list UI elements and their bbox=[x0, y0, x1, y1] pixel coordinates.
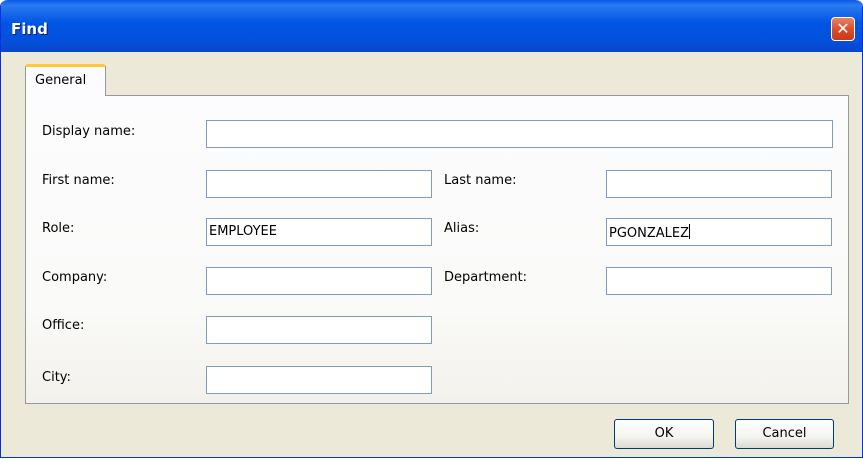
alias-field[interactable]: PGONZALEZ bbox=[606, 218, 832, 246]
role-label: Role: bbox=[42, 221, 75, 236]
city-label: City: bbox=[42, 370, 71, 385]
role-field[interactable]: EMPLOYEE bbox=[206, 218, 432, 246]
find-dialog: Find ✕ General Display name: First name:… bbox=[0, 0, 863, 458]
close-button[interactable]: ✕ bbox=[831, 17, 855, 41]
text-caret bbox=[689, 224, 691, 239]
role-value: EMPLOYEE bbox=[209, 224, 277, 239]
cancel-button[interactable]: Cancel bbox=[735, 419, 834, 449]
last-name-field[interactable] bbox=[606, 170, 832, 198]
first-name-field[interactable] bbox=[206, 170, 432, 198]
first-name-label: First name: bbox=[42, 173, 115, 188]
office-field[interactable] bbox=[206, 316, 432, 344]
tab-general[interactable]: General bbox=[25, 64, 106, 96]
alias-label: Alias: bbox=[444, 221, 480, 236]
last-name-label: Last name: bbox=[444, 173, 517, 188]
alias-value: PGONZALEZ bbox=[609, 226, 690, 241]
tab-general-label: General bbox=[35, 73, 87, 88]
display-name-field[interactable] bbox=[206, 120, 833, 148]
display-name-label: Display name: bbox=[42, 124, 136, 139]
title-bar[interactable]: Find ✕ bbox=[1, 0, 862, 52]
city-field[interactable] bbox=[206, 366, 432, 394]
office-label: Office: bbox=[42, 318, 85, 333]
window-title: Find bbox=[11, 20, 48, 38]
ok-button[interactable]: OK bbox=[614, 419, 714, 449]
company-field[interactable] bbox=[206, 267, 432, 295]
department-label: Department: bbox=[444, 270, 528, 285]
close-icon: ✕ bbox=[836, 19, 850, 38]
department-field[interactable] bbox=[606, 267, 832, 295]
company-label: Company: bbox=[42, 270, 108, 285]
